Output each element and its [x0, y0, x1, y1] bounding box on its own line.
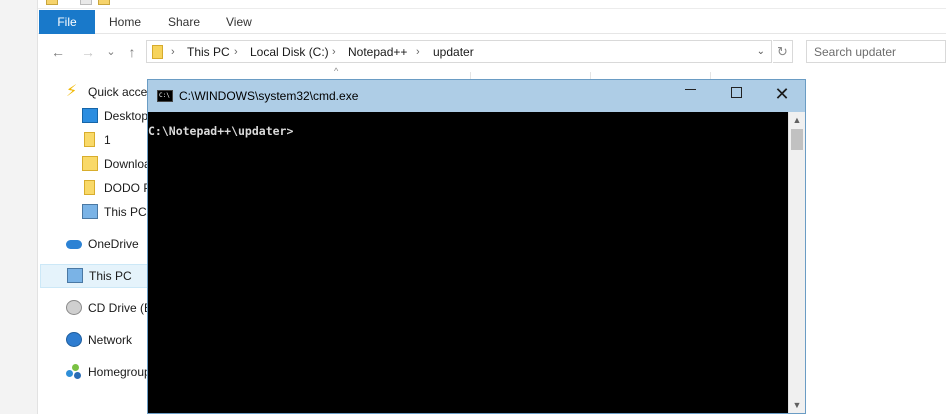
recent-locations-chevron-icon[interactable]: ⌄	[103, 44, 119, 60]
tab-view[interactable]: View	[220, 10, 258, 34]
sidebar-item-quick-access[interactable]: ⚡ Quick acces	[38, 80, 154, 104]
console-prompt: C:\Notepad++\updater>	[148, 124, 294, 138]
maximize-icon	[730, 87, 742, 99]
close-icon: ✕	[774, 84, 790, 104]
sidebar-item-desktop[interactable]: Desktop	[38, 104, 150, 128]
cmd-window-title: C:\WINDOWS\system32\cmd.exe	[179, 89, 359, 103]
folder-icon	[84, 132, 95, 147]
scrollbar-thumb[interactable]	[791, 129, 803, 150]
minimize-icon	[684, 89, 696, 91]
tab-file[interactable]: File	[39, 10, 95, 34]
minimize-button[interactable]	[667, 80, 713, 110]
back-arrow-icon[interactable]: ←	[50, 44, 66, 60]
tab-home[interactable]: Home	[103, 10, 147, 34]
refresh-icon[interactable]: ↻	[773, 40, 793, 63]
quick-access-star-icon: ⚡	[66, 83, 78, 100]
scroll-up-arrow-icon[interactable]: ▲	[789, 112, 805, 128]
breadcrumb-updater[interactable]: updater	[433, 44, 474, 60]
maximize-button[interactable]	[713, 80, 759, 110]
breadcrumb-notepadpp[interactable]: Notepad++	[348, 44, 407, 60]
breadcrumb-separator-icon[interactable]: ›	[171, 44, 175, 60]
sidebar-item-label: This PC	[104, 205, 147, 219]
network-icon	[66, 332, 82, 347]
breadcrumb-local-disk[interactable]: Local Disk (C:)	[250, 44, 329, 60]
homegroup-icon	[66, 364, 82, 379]
sidebar-item-cd-drive[interactable]: CD Drive (E	[38, 296, 153, 320]
tab-share[interactable]: Share	[162, 10, 206, 34]
sort-ascending-icon[interactable]: ^	[334, 66, 338, 76]
sidebar-item-downloads[interactable]: Downloa	[38, 152, 151, 176]
console-output[interactable]: C:\Notepad++\updater>	[148, 112, 788, 413]
command-prompt-icon	[157, 90, 173, 102]
folder-icon	[152, 45, 163, 59]
breadcrumb-separator-icon[interactable]: ›	[416, 44, 420, 60]
this-pc-icon	[82, 204, 98, 219]
sidebar-item-label: Desktop	[104, 109, 149, 123]
breadcrumb-separator-icon[interactable]: ›	[234, 44, 238, 60]
sidebar-item-onedrive[interactable]: OneDrive	[38, 232, 150, 256]
sidebar-item-label: Network	[88, 333, 133, 347]
up-arrow-icon[interactable]: ↑	[124, 44, 140, 60]
sidebar-item-homegroup[interactable]: Homegroup	[38, 360, 151, 384]
folder-icon	[84, 180, 95, 195]
search-placeholder: Search updater	[814, 45, 897, 59]
desktop-icon	[82, 108, 98, 123]
breadcrumb-separator-icon[interactable]: ›	[332, 44, 336, 60]
folder-icon	[46, 0, 58, 5]
close-button[interactable]: ✕	[759, 80, 805, 110]
sidebar-item-label: Downloa	[104, 157, 151, 171]
desktop-background	[0, 0, 38, 414]
cmd-window: C:\WINDOWS\system32\cmd.exe ✕ C:\Notepad…	[147, 79, 806, 414]
sidebar-item-network[interactable]: Network	[38, 328, 150, 352]
this-pc-icon	[67, 268, 83, 283]
cmd-title-bar[interactable]: C:\WINDOWS\system32\cmd.exe ✕	[148, 80, 805, 112]
address-bar[interactable]: › This PC › Local Disk (C:) › Notepad++ …	[146, 40, 772, 63]
properties-icon	[80, 0, 92, 5]
sidebar-item-label: OneDrive	[88, 237, 139, 251]
console-scrollbar[interactable]: ▲ ▼	[788, 112, 805, 413]
sidebar-item-label: Homegroup	[88, 365, 151, 379]
sidebar-item-dodo[interactable]: DODO P	[38, 176, 152, 200]
explorer-title-bar	[38, 0, 946, 9]
address-dropdown-chevron-icon[interactable]: ⌄	[757, 44, 765, 60]
sidebar-item-label: CD Drive (E	[88, 301, 153, 315]
sidebar-item-folder-1[interactable]: 1	[38, 128, 150, 152]
downloads-icon	[82, 156, 98, 171]
sidebar-item-label: This PC	[89, 269, 132, 283]
scroll-down-arrow-icon[interactable]: ▼	[789, 397, 805, 413]
sidebar-item-label: DODO P	[104, 181, 152, 195]
sidebar-item-this-pc-quick[interactable]: This PC	[38, 200, 150, 224]
forward-arrow-icon[interactable]: →	[80, 44, 96, 60]
ribbon-tabs: File Home Share View	[38, 10, 946, 34]
sidebar-item-this-pc[interactable]: This PC	[40, 264, 148, 288]
sidebar-item-label: Quick acces	[88, 85, 154, 99]
sidebar-item-label: 1	[104, 133, 111, 147]
cd-drive-icon	[66, 300, 82, 315]
breadcrumb-this-pc[interactable]: This PC	[187, 44, 230, 60]
onedrive-icon	[66, 240, 82, 249]
new-folder-icon	[98, 0, 110, 5]
search-input[interactable]: Search updater	[806, 40, 946, 63]
address-bar-row: ← → ⌄ ↑ › This PC › Local Disk (C:) › No…	[38, 36, 946, 68]
